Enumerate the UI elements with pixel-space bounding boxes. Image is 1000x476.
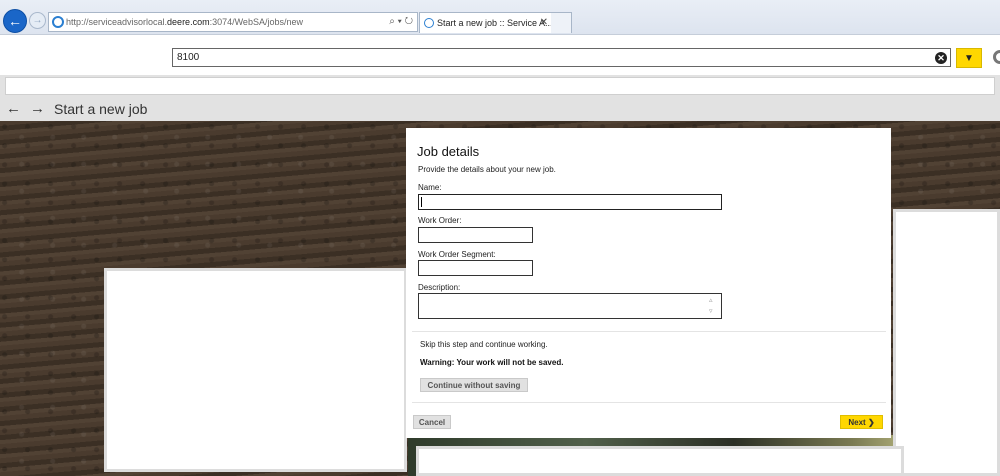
browser-forward-button[interactable]: → <box>29 12 46 29</box>
name-input[interactable] <box>418 194 722 210</box>
text-cursor <box>421 197 422 207</box>
work-order-segment-input[interactable] <box>418 260 533 276</box>
next-button[interactable]: Next ❯ <box>840 415 883 429</box>
work-order-input[interactable] <box>418 227 533 243</box>
search-icon[interactable]: ⌕ <box>389 16 395 27</box>
continue-without-saving-button[interactable]: Continue without saving <box>420 378 528 392</box>
page-header: ← → Start a new job <box>0 99 1000 121</box>
chevron-down-icon: ▼ <box>964 53 974 64</box>
address-bar[interactable]: http://serviceadvisorlocal.deere.com:307… <box>48 12 418 32</box>
search-input[interactable] <box>172 48 951 67</box>
dialog-title: Job details <box>417 144 480 159</box>
refresh-icon[interactable]: ↻ <box>405 16 413 27</box>
page-back-icon[interactable]: ← <box>6 100 21 117</box>
forward-arrow-icon: → <box>32 15 43 26</box>
address-url: http://serviceadvisorlocal.deere.com:307… <box>66 17 303 27</box>
job-details-dialog: Job details Provide the details about yo… <box>406 128 891 438</box>
tab-title: Start a new job :: Service A... <box>437 18 553 28</box>
work-order-segment-label: Work Order Segment: <box>418 250 496 259</box>
description-textarea[interactable] <box>418 293 722 319</box>
cancel-button[interactable]: Cancel <box>413 415 451 429</box>
address-tools[interactable]: ⌕ ▾ ↻ <box>389 13 413 31</box>
chevron-right-icon: ❯ <box>867 418 875 427</box>
next-label: Next <box>848 418 866 427</box>
browser-back-button[interactable]: ← <box>3 9 27 33</box>
back-arrow-icon: ← <box>8 13 22 29</box>
app-toolbar: ✕ ▼ <box>0 35 1000 75</box>
textarea-scroll-arrows[interactable]: ▵ ▿ <box>709 295 713 317</box>
close-tab-icon[interactable]: ✕ <box>540 13 548 33</box>
divider <box>412 331 886 332</box>
divider <box>412 402 886 403</box>
dialog-subtitle: Provide the details about your new job. <box>418 165 556 174</box>
skip-text: Skip this step and continue working. <box>420 340 548 349</box>
name-label: Name: <box>418 183 442 192</box>
dropdown-icon[interactable]: ▾ <box>398 16 402 27</box>
dropdown-button[interactable]: ▼ <box>956 48 982 68</box>
ie-logo-icon <box>52 16 64 28</box>
secondary-bar-field <box>5 77 995 95</box>
page-title: Start a new job <box>54 101 148 117</box>
right-panel <box>893 209 1000 476</box>
page-forward-icon[interactable]: → <box>30 100 45 117</box>
bottom-panel <box>416 446 904 476</box>
browser-chrome: ← → http://serviceadvisorlocal.deere.com… <box>0 0 1000 35</box>
left-panel <box>104 268 407 472</box>
browser-tab[interactable]: Start a new job :: Service A... ✕ <box>419 12 553 33</box>
tab-favicon-icon <box>424 18 434 28</box>
clear-icon[interactable]: ✕ <box>935 52 947 64</box>
description-label: Description: <box>418 283 461 292</box>
gear-icon[interactable] <box>993 50 1000 64</box>
new-tab-button[interactable] <box>551 12 572 33</box>
warning-text: Warning: Your work will not be saved. <box>420 358 564 367</box>
work-order-label: Work Order: <box>418 216 462 225</box>
